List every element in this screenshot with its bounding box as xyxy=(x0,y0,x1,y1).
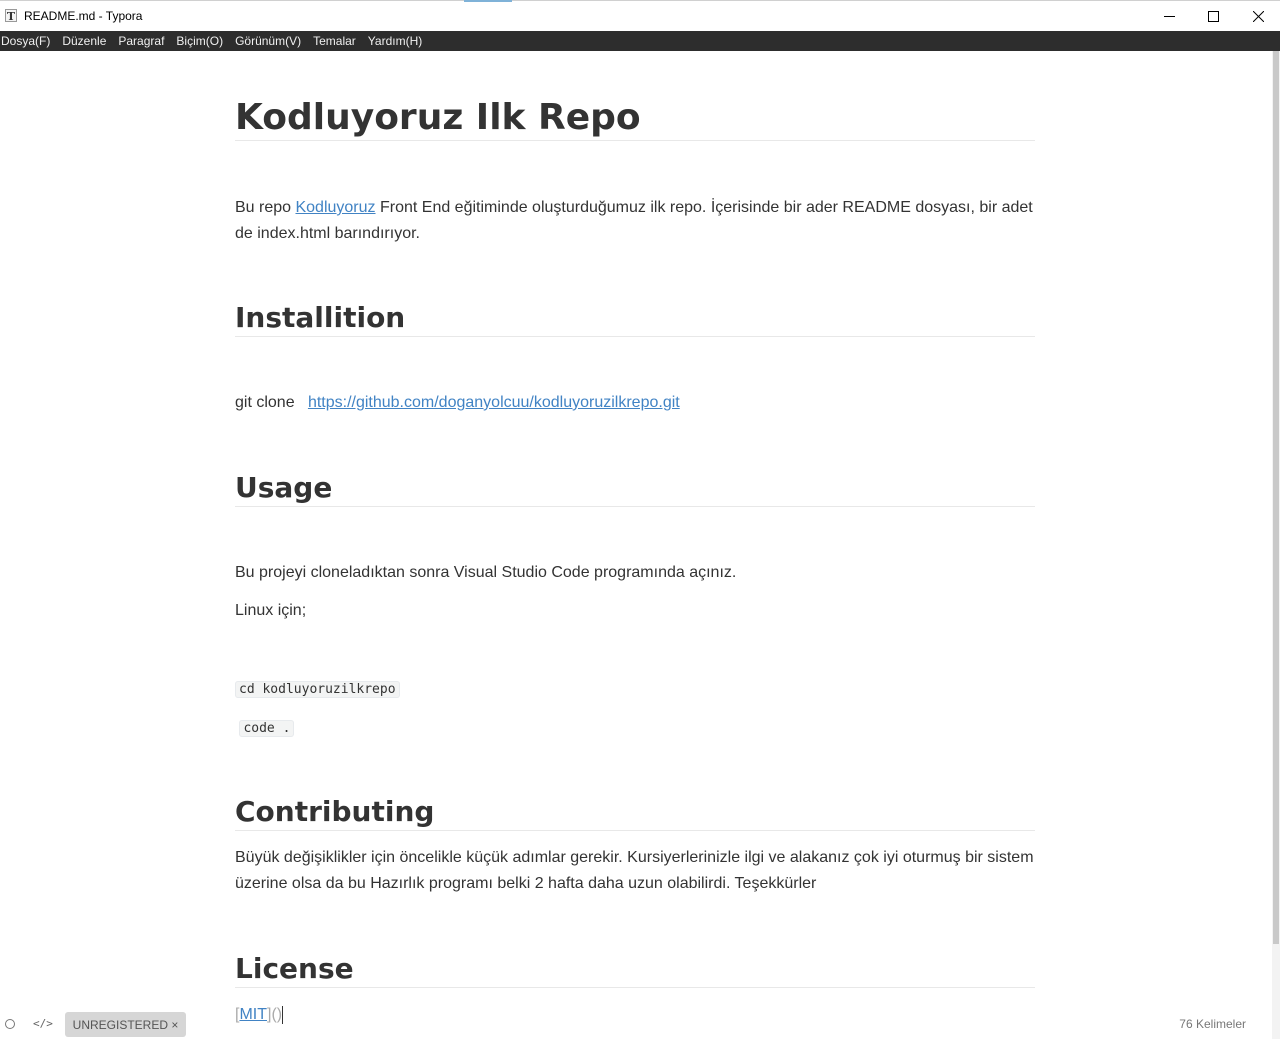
menu-file[interactable]: Dosya(F) xyxy=(0,31,56,51)
git-clone-line[interactable]: git clone https://github.com/doganyolcuu… xyxy=(235,390,1035,416)
vertical-scrollbar[interactable] xyxy=(1272,51,1280,1039)
usage-line-2[interactable]: Linux için; xyxy=(235,598,1035,624)
license-heading[interactable]: License xyxy=(235,953,1035,988)
title-bar: T README.md - Typora xyxy=(0,0,1280,31)
usage-heading[interactable]: Usage xyxy=(235,472,1035,507)
menu-help[interactable]: Yardım(H) xyxy=(362,31,428,51)
license-close-syntax: ]() xyxy=(267,1006,283,1023)
intro-paragraph[interactable]: Bu repo Kodluyoruz Front End eğitiminde … xyxy=(235,195,1035,247)
document-title[interactable]: Kodluyoruz Ilk Repo xyxy=(235,98,1035,141)
title-accent-line xyxy=(464,0,512,2)
intro-text-before: Bu repo xyxy=(235,199,296,216)
window-title: README.md - Typora xyxy=(24,9,143,23)
text-caret xyxy=(282,1005,284,1024)
inline-code-cd: cd kodluyoruzilkrepo xyxy=(235,681,400,698)
code-line-2[interactable]: code . xyxy=(235,715,1035,742)
maximize-button[interactable] xyxy=(1190,1,1236,31)
scrollbar-thumb[interactable] xyxy=(1273,51,1279,944)
menu-bar: Dosya(F) Düzenle Paragraf Biçim(O) Görün… xyxy=(0,31,1280,51)
installation-heading[interactable]: Installition xyxy=(235,302,1035,337)
menu-edit[interactable]: Düzenle xyxy=(56,31,112,51)
outline-toggle-icon[interactable] xyxy=(5,1019,15,1029)
menu-themes[interactable]: Temalar xyxy=(307,31,362,51)
close-button[interactable] xyxy=(1235,1,1280,31)
menu-format[interactable]: Biçim(O) xyxy=(170,31,229,51)
usage-line-1[interactable]: Bu projeyi cloneladıktan sonra Visual St… xyxy=(235,560,1035,586)
menu-paragraph[interactable]: Paragraf xyxy=(112,31,170,51)
minimize-button[interactable] xyxy=(1146,1,1192,31)
close-icon xyxy=(1252,10,1264,22)
contributing-heading[interactable]: Contributing xyxy=(235,796,1035,831)
mit-link[interactable]: MIT xyxy=(239,1006,267,1023)
kodluyoruz-link[interactable]: Kodluyoruz xyxy=(295,199,375,216)
repo-url-link[interactable]: https://github.com/doganyolcuu/kodluyoru… xyxy=(308,394,680,411)
contributing-paragraph[interactable]: Büyük değişiklikler için öncelikle küçük… xyxy=(235,845,1035,897)
license-line[interactable]: [MIT]() xyxy=(235,1002,1035,1028)
menu-view[interactable]: Görünüm(V) xyxy=(229,31,307,51)
maximize-icon xyxy=(1207,10,1219,22)
code-line-1[interactable]: cd kodluyoruzilkrepo xyxy=(235,676,1035,703)
inline-code-code: code . xyxy=(239,720,295,737)
git-clone-prefix: git clone xyxy=(235,394,300,411)
typora-app-icon: T xyxy=(5,9,17,23)
source-code-mode-icon[interactable]: </> xyxy=(33,1017,53,1030)
word-count[interactable]: 76 Kelimeler xyxy=(1179,1017,1246,1031)
unregistered-badge[interactable]: UNREGISTERED × xyxy=(65,1012,186,1037)
minimize-icon xyxy=(1163,15,1175,17)
